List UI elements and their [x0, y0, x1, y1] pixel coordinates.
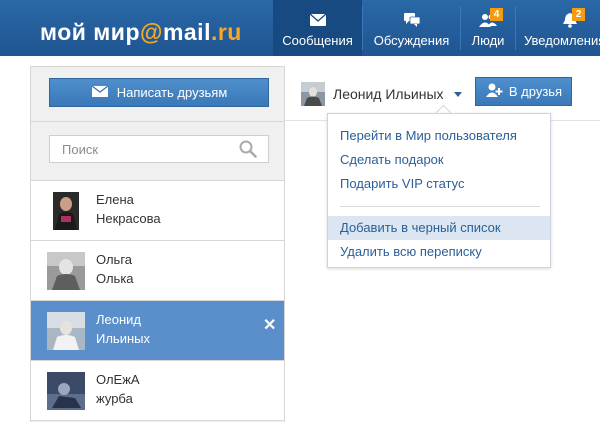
- menu-item-delete-conversation[interactable]: Удалить всю переписку: [328, 240, 550, 264]
- contact-first-name: Елена: [96, 192, 134, 207]
- people-badge: 4: [490, 8, 503, 21]
- contact-last-name: Ильиных: [96, 331, 150, 346]
- search-icon[interactable]: [239, 140, 257, 158]
- logo-at: @: [140, 19, 163, 45]
- contact-last-name: Олька: [96, 271, 134, 286]
- user-actions-menu: Перейти в Мир пользователя Сделать подар…: [327, 113, 551, 268]
- contact-name: ОлЕжА журба: [96, 370, 140, 408]
- envelope-icon: [91, 84, 109, 101]
- menu-item-gift-vip[interactable]: Подарить VIP статус: [328, 172, 550, 196]
- nav-notifications-label: Уведомления: [524, 33, 600, 48]
- avatar: [47, 312, 85, 350]
- add-user-icon: [485, 82, 503, 101]
- contact-first-name: Ольга: [96, 252, 133, 267]
- site-logo[interactable]: мой мир@mail.ru: [40, 19, 242, 46]
- search-area: [31, 121, 284, 181]
- write-to-friends-button[interactable]: Написать друзьям: [49, 78, 269, 107]
- dialogs-sidebar: Написать друзьям Елена Некрасова Ольга О…: [30, 66, 285, 422]
- avatar: [47, 192, 85, 230]
- close-icon[interactable]: ✕: [263, 315, 276, 335]
- contact-last-name: Некрасова: [96, 211, 161, 226]
- logo-text-main: мой мир: [40, 19, 140, 45]
- contact-name: Леонид Ильиных: [96, 310, 150, 348]
- menu-divider: [340, 206, 540, 207]
- avatar: [47, 372, 85, 410]
- envelope-icon: [308, 12, 328, 28]
- nav-notifications[interactable]: 2 Уведомления: [516, 0, 600, 56]
- user-menu-toggle[interactable]: Леонид Ильиных: [301, 80, 462, 108]
- logo-text-mail: mail: [162, 19, 211, 45]
- add-friend-label: В друзья: [508, 84, 563, 99]
- active-tab-pointer: [312, 57, 330, 66]
- nav-people[interactable]: 4 Люди: [461, 0, 515, 56]
- contact-first-name: Леонид: [96, 312, 142, 327]
- nav-messages[interactable]: Сообщения: [273, 0, 362, 56]
- contact-item[interactable]: Ольга Олька: [31, 241, 284, 301]
- nav-messages-label: Сообщения: [282, 33, 353, 48]
- add-friend-button[interactable]: В друзья: [475, 77, 572, 106]
- avatar: [301, 82, 325, 106]
- search-input[interactable]: [49, 135, 269, 163]
- chevron-down-icon: [453, 91, 462, 97]
- contact-name: Ольга Олька: [96, 250, 134, 288]
- contact-last-name: журба: [96, 391, 133, 406]
- nav-discussions-label: Обсуждения: [373, 33, 450, 48]
- write-to-friends-label: Написать друзьям: [116, 85, 228, 100]
- avatar: [47, 252, 85, 290]
- nav-people-label: Люди: [471, 33, 505, 48]
- people-icon: 4: [478, 8, 503, 28]
- top-header: мой мир@mail.ru Сообщения Обсуждения 4 Л…: [0, 0, 600, 56]
- menu-item-go-to-world[interactable]: Перейти в Мир пользователя: [328, 124, 550, 148]
- contact-name: Елена Некрасова: [96, 190, 161, 228]
- contacts-list: Елена Некрасова Ольга Олька Леонид Ильин…: [31, 181, 284, 421]
- notifications-badge: 2: [572, 8, 585, 21]
- conversation-user-name: Леонид Ильиных: [333, 86, 444, 102]
- nav-discussions[interactable]: Обсуждения: [363, 0, 460, 56]
- bell-icon: 2: [560, 8, 585, 28]
- contact-item-selected[interactable]: Леонид Ильиных ✕: [31, 301, 284, 361]
- contact-item[interactable]: Елена Некрасова: [31, 181, 284, 241]
- chat-bubbles-icon: [402, 12, 422, 28]
- contact-item[interactable]: ОлЕжА журба: [31, 361, 284, 421]
- menu-item-add-to-blacklist[interactable]: Добавить в черный список: [328, 216, 550, 240]
- logo-dot: .: [210, 19, 218, 45]
- logo-text-ru: ru: [217, 19, 242, 45]
- contact-first-name: ОлЕжА: [96, 372, 140, 387]
- menu-item-send-gift[interactable]: Сделать подарок: [328, 148, 550, 172]
